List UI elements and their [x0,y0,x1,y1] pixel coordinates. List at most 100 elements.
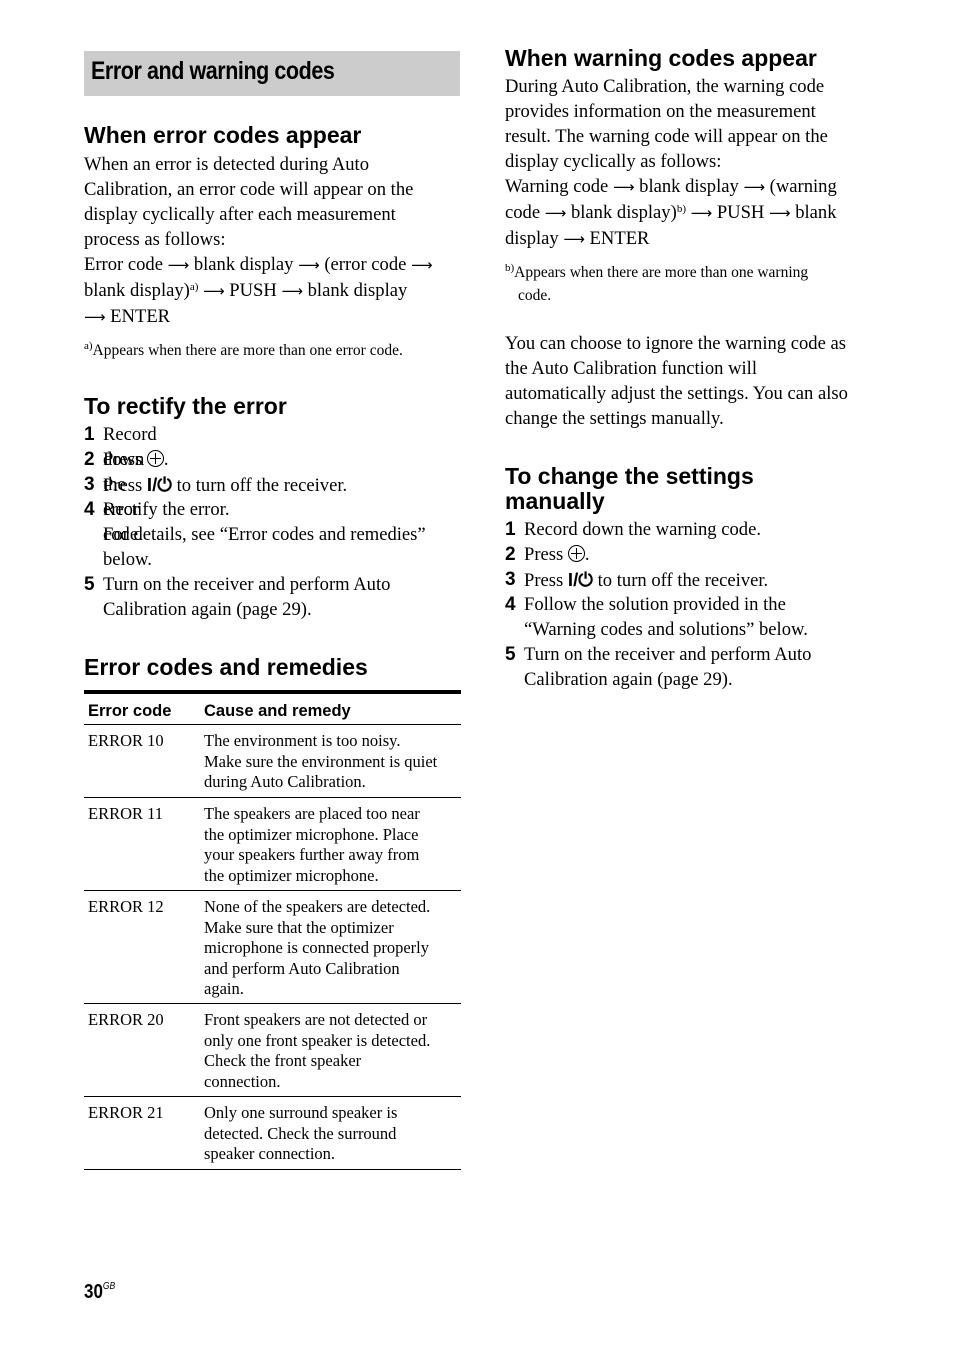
seq-item: blank display) [84,280,190,301]
warning-codes-heading: When warning codes appear [505,45,817,71]
section-title: Error and warning codes [91,57,335,85]
text-line: result. The warning code will appear on … [505,126,828,147]
footnote-ref: b) [676,203,686,215]
step-text: Press [524,570,564,591]
text-line: When an error is detected during Auto [84,154,370,175]
text-line: the Auto Calibration function will [505,358,758,379]
error-code-cell: ERROR 20 [88,1010,164,1029]
power-icon: I/⏻ [567,569,593,590]
rectify-heading: To rectify the error [84,393,287,419]
seq-item: blank [795,202,837,223]
text-line: microphone is connected properly [204,938,429,957]
footnote-mark: b) [505,262,515,274]
seq-item: code [505,202,541,223]
seq-item: ENTER [589,228,650,249]
text-line: change the settings manually. [505,408,724,429]
text-line: and perform Auto Calibration [204,958,400,978]
text-line: detected. Check the surround [204,1123,397,1143]
text-line: You can choose to ignore the warning cod… [505,333,846,354]
step-text: Press [524,544,564,565]
step-text: to turn off the receiver. [597,570,769,591]
step-number: 4 [84,499,95,520]
remedy-cell: Only one surround speaker is detected. Ch… [204,1103,462,1165]
warning-sequence: Warning code ⟶ blank display ⟶ (warning … [505,174,837,252]
arrow-icon: ⟶ [563,230,585,248]
seq-item: PUSH [716,202,765,223]
text-line: your speakers further away from [204,845,420,864]
warning-intro: During Auto Calibration, the warning cod… [505,74,828,174]
seq-item: blank display [307,280,408,301]
text-line: The environment is too noisy. [204,731,401,750]
table-row: ERROR 11 The speakers are placed too nea… [84,798,461,891]
step-number: 5 [84,574,95,595]
step-text: Press [103,475,143,496]
error-sequence: Error code ⟶ blank display ⟶ (error code… [84,252,433,330]
change-settings-heading: To change the settings manually [505,464,754,514]
remedy-cell: The speakers are placed too near the opti… [204,804,462,886]
step-text: Rectify the error. [103,499,230,520]
text-line: display cyclically as follows: [505,151,722,172]
sequence-line: blank display)a) ⟶ PUSH ⟶ blank display [84,278,433,304]
region-code: GB [102,1281,116,1292]
header-cause-remedy: Cause and remedy [204,702,351,720]
text-line: connection. [204,1071,281,1091]
step-text: to turn off the receiver. [176,475,348,496]
step-number: 2 [505,544,516,565]
text-line: None of the speakers are detected. [204,897,431,916]
remedy-cell: The environment is too noisy. Make sure t… [204,731,462,793]
remedy-cell: None of the speakers are detected. Make s… [204,897,462,1000]
step-number: 4 [505,594,516,615]
arrow-icon: ⟶ [690,204,713,222]
enter-icon [567,545,585,562]
footnote-text: code. [518,287,552,304]
seq-item: display [505,228,559,249]
table-row: ERROR 10 The environment is too noisy. Ma… [84,725,461,798]
step-number: 1 [505,519,516,540]
remedies-heading: Error codes and remedies [84,654,368,680]
table-row: ERROR 12 None of the speakers are detect… [84,891,461,1004]
sequence-line: Warning code ⟶ blank display ⟶ (warning [505,174,837,200]
arrow-icon: ⟶ [281,282,303,300]
enter-icon [146,450,164,467]
sequence-line: Error code ⟶ blank display ⟶ (error code… [84,252,433,278]
step-text: Record down the warning code. [524,519,761,540]
power-icon: I/⏻ [146,474,172,495]
seq-item: blank display [193,254,294,275]
step-number: 5 [505,644,516,665]
seq-item: PUSH [229,280,277,301]
text-line: the optimizer microphone. [204,865,379,885]
step-text: Turn on the receiver and perform Auto [524,644,812,665]
step-text: below. [103,549,152,570]
error-codes-heading: When error codes appear [84,122,362,148]
text-line: Make sure that the optimizer [204,917,394,937]
text-line: the optimizer microphone. Place [204,824,419,844]
error-codes-table: Error code Cause and remedy ERROR 10 The… [84,690,461,1170]
arrow-icon: ⟶ [167,256,190,274]
seq-item: blank display [639,176,739,197]
sequence-line: display ⟶ ENTER [505,226,837,252]
footnote-text: Appears when there are more than one war… [514,264,809,281]
seq-item: Error code [84,254,163,275]
seq-item: (warning [769,176,837,197]
seq-item: blank display) [570,202,677,223]
text-line: speaker connection. [204,1144,336,1163]
error-code-cell: ERROR 12 [88,897,164,916]
footnote-text: Appears when there are more than one err… [92,342,403,359]
footnote-b: b)Appears when there are more than one w… [505,261,808,307]
footnote-a: a)Appears when there are more than one e… [84,339,403,362]
step-text: For details, see “Error codes and remedi… [103,524,426,545]
arrow-icon: ⟶ [544,204,567,222]
text-line: Make sure the environment is quiet [204,751,438,771]
error-code-cell: ERROR 21 [88,1103,164,1122]
sequence-line: code ⟶ blank display)b) ⟶ PUSH ⟶ blank [505,200,837,226]
table-row: ERROR 20 Front speakers are not detected… [84,1004,461,1097]
footnote-ref: a) [189,281,199,293]
page-number: 30GB [84,1281,115,1304]
text-line: The speakers are placed too near [204,804,420,823]
header-error-code: Error code [88,702,172,720]
heading-line: manually [505,488,605,514]
table-row: ERROR 21 Only one surround speaker is det… [84,1097,461,1170]
sequence-line: ⟶ ENTER [84,304,433,330]
text-line: Calibration, an error code will appear o… [84,179,414,200]
arrow-icon: ⟶ [298,256,320,274]
